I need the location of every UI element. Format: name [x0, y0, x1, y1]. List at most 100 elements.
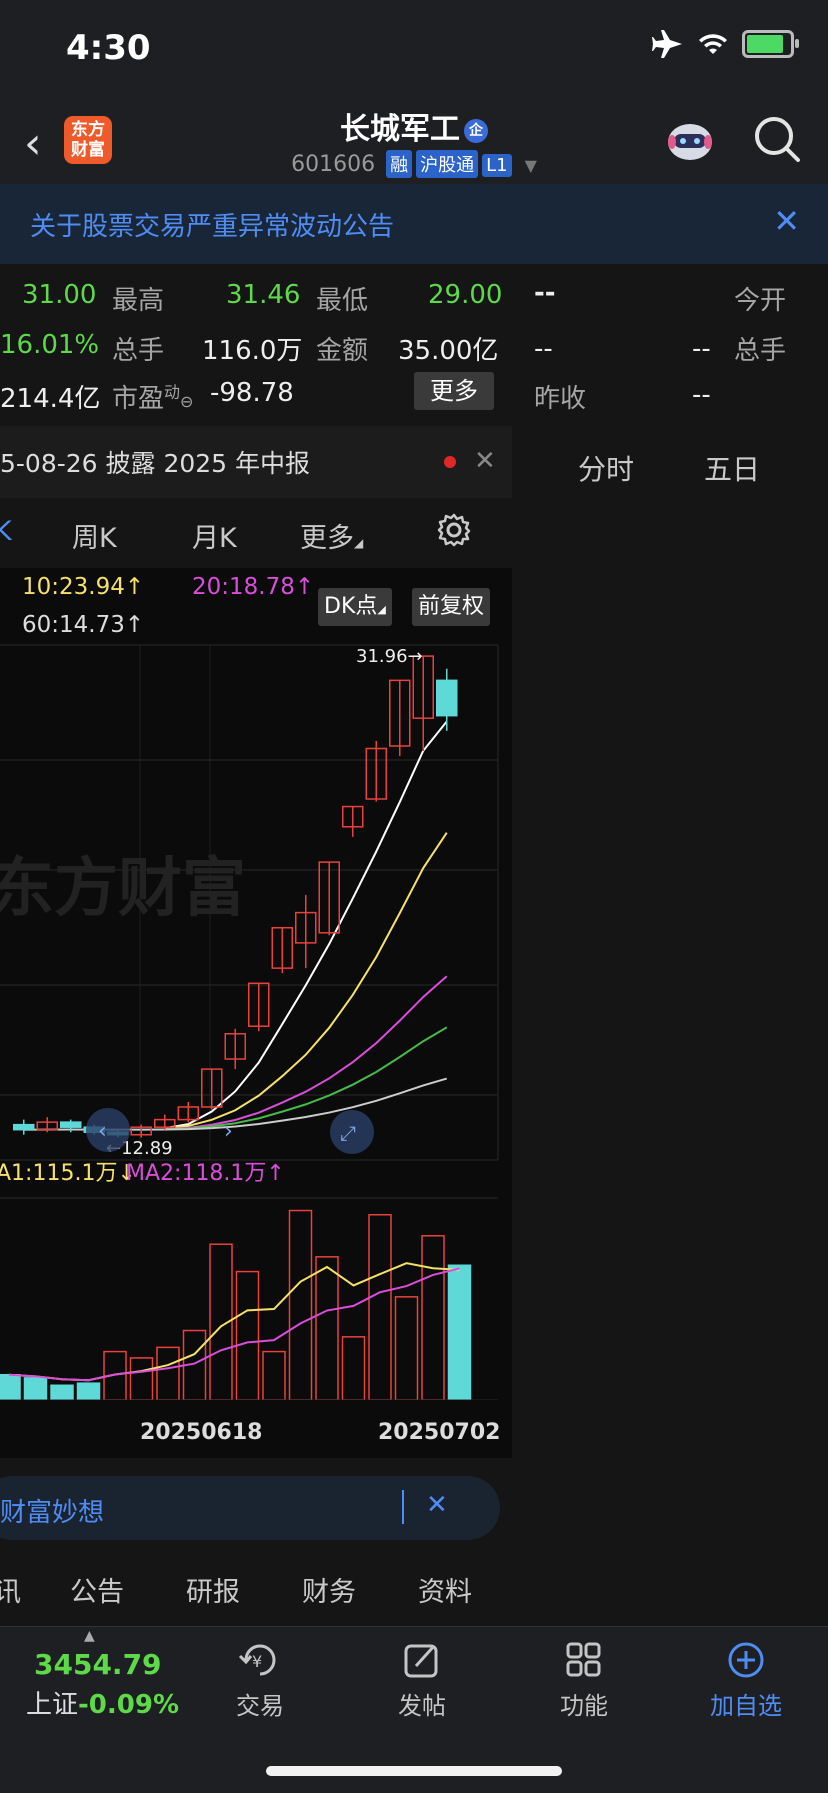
vol-ma1-legend: A1:115.1万↓ [0, 1161, 136, 1186]
x-tick-label: 20250618 [140, 1420, 263, 1445]
home-indicator [266, 1766, 562, 1776]
right-pane [512, 426, 828, 1626]
quote-label-volume: 总手 [734, 336, 787, 366]
quote-market-cap: 214.4亿 [0, 384, 101, 414]
ma-long-line [23, 1077, 448, 1131]
volume-bar [76, 1382, 101, 1400]
banner-text[interactable]: 关于股票交易严重异常波动公告 [30, 206, 394, 243]
robot-assistant-icon[interactable] [664, 116, 716, 164]
nav-left-icon[interactable]: ‹ [86, 1108, 130, 1152]
clock: 4:30 [66, 28, 151, 68]
volume-bar [394, 1296, 419, 1400]
more-button[interactable]: 更多 [414, 372, 494, 410]
volume-bars [0, 1197, 498, 1400]
quote-label-prev-close: 昨收 [534, 384, 587, 414]
divider [402, 1490, 404, 1524]
quote-value: 31.00 [22, 280, 97, 310]
trade-icon: ¥ [238, 1644, 276, 1676]
battery-icon [742, 30, 799, 58]
dropdown-icon[interactable]: ▼ [525, 156, 537, 175]
quote-high: 31.46 [226, 280, 301, 310]
quote-right-value: -- [692, 380, 711, 410]
kline-svg[interactable]: 东方财富 31.96→ ←12.89 ‹ › ⤢ A1:115.1万↓ MA2:… [0, 640, 512, 1400]
volume-bar [23, 1377, 48, 1400]
tab-week-k[interactable]: 周K [72, 516, 117, 555]
svg-text:¥: ¥ [252, 1652, 262, 1671]
quote-label-open: 今开 [734, 286, 787, 316]
close-icon[interactable]: ✕ [474, 446, 496, 476]
expand-icon[interactable]: ⤢ [330, 1110, 374, 1154]
tab-finance[interactable]: 财务 [302, 1570, 356, 1609]
ma20-legend: 20:18.78↑ [192, 574, 315, 600]
tab-intraday[interactable]: 分时 [578, 448, 634, 488]
trade-button[interactable]: ¥ 交易 [220, 1640, 300, 1721]
volume-bar [368, 1213, 392, 1400]
forward-adjust-button[interactable]: 前复权 [412, 588, 491, 626]
plus-circle-icon [728, 1642, 764, 1678]
vol-ma2-legend: MA2:118.1万↑ [126, 1161, 285, 1186]
volume-bar [288, 1209, 313, 1400]
volume-bar [235, 1270, 260, 1400]
vol-ma1-line [8, 1262, 460, 1382]
tab-profile[interactable]: 资料 [418, 1570, 472, 1609]
ma10-legend: 10:23.94↑ [22, 574, 145, 600]
function-button[interactable]: 功能 [544, 1640, 624, 1721]
ma60-legend: 60:14.73↑ [22, 612, 145, 638]
volume-bar [341, 1336, 366, 1400]
dk-point-button[interactable]: DK点◢ [318, 588, 392, 626]
volume-bar [421, 1235, 445, 1400]
post-button[interactable]: 发帖 [382, 1640, 462, 1721]
disclosure-text[interactable]: 5-08-26 披露 2025 年中报 [0, 444, 310, 480]
search-icon[interactable] [752, 114, 802, 164]
wealth-insight-text[interactable]: 财富妙想 [0, 1492, 104, 1529]
tab-more[interactable]: 更多◢ [300, 516, 363, 555]
enterprise-badge: 企 [464, 118, 488, 143]
quote-low: 29.00 [428, 280, 503, 310]
tab-month-k[interactable]: 月K [192, 516, 237, 555]
index-value[interactable]: 3454.79 [34, 1648, 162, 1681]
quote-label-amount: 金额 [316, 336, 369, 366]
quote-label-high: 最高 [112, 286, 165, 316]
volume-bar [129, 1357, 154, 1400]
tag-level: L1 [482, 154, 512, 177]
stock-code: 601606 [291, 152, 376, 177]
volume-bar [447, 1264, 472, 1400]
tab-five-day[interactable]: 五日 [704, 448, 760, 488]
wifi-icon [699, 34, 727, 54]
settings-gear-icon[interactable] [436, 512, 472, 548]
close-icon[interactable]: ✕ [426, 1490, 448, 1520]
svg-text:›: › [224, 1119, 233, 1144]
volume-ma-lines [8, 1262, 460, 1382]
tab-announcements[interactable]: 公告 [70, 1570, 124, 1609]
grid-icon [566, 1642, 601, 1677]
wealth-insight-bar[interactable]: 财富妙想 ✕ [0, 1476, 500, 1540]
quote-pe: -98.78 [210, 378, 294, 408]
add-watchlist-button[interactable]: 加自选 [700, 1640, 792, 1721]
tab-news[interactable]: 讯 [0, 1570, 21, 1609]
volume-bar [0, 1373, 21, 1400]
airplane-icon [652, 30, 682, 58]
svg-text:‹: ‹ [98, 1119, 107, 1144]
tag-margin: 融 [386, 150, 413, 178]
quote-right-value: -- [534, 278, 556, 308]
x-tick-label: 20250702 [378, 1420, 501, 1445]
notification-dot [444, 456, 456, 468]
high-marker: 31.96→ [356, 646, 423, 667]
edit-icon [404, 1644, 438, 1678]
quote-right-value: -- [534, 334, 553, 364]
index-summary[interactable]: 上证-0.09% [26, 1684, 179, 1721]
quote-change-rate: 16.01% [0, 330, 100, 360]
chevron-up-icon[interactable]: ▲ [84, 1628, 95, 1644]
announcement-banner[interactable]: 关于股票交易严重异常波动公告 ✕ [0, 184, 828, 264]
quote-amount: 35.00亿 [398, 336, 499, 366]
report-disclosure-bar[interactable]: 5-08-26 披露 2025 年中报 [0, 426, 512, 498]
svg-text:⤢: ⤢ [340, 1121, 356, 1145]
nav-right-icon[interactable]: › [224, 1119, 233, 1144]
quote-label-pe: 市盈动⊖ [112, 382, 194, 414]
vol-ma2-line [8, 1267, 460, 1382]
volume-bar [50, 1384, 74, 1400]
close-icon[interactable]: ✕ [773, 202, 800, 240]
volume-bar [315, 1256, 339, 1400]
tab-day-k[interactable]: K [0, 516, 12, 547]
tab-research[interactable]: 研报 [186, 1570, 240, 1609]
